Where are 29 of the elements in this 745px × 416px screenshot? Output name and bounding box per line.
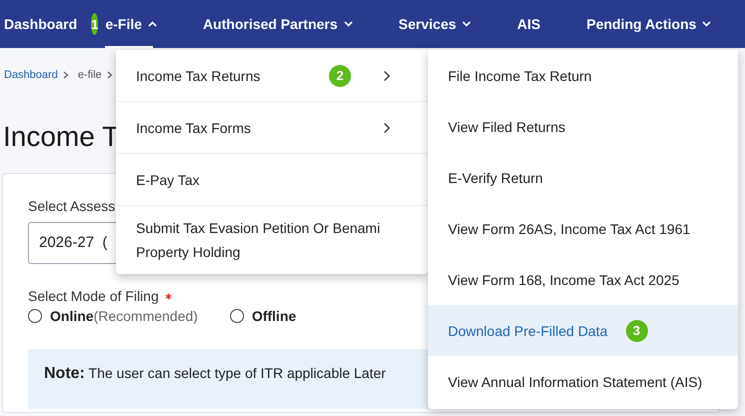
radio-label: Online(Recommended) [50, 308, 198, 324]
field-label: Select Mode of Filing [28, 288, 159, 304]
submenu-item[interactable]: E-Verify Return [428, 152, 738, 203]
chevron-icon [106, 71, 113, 79]
submenu-item[interactable]: View Form 168, Income Tax Act 2025 [428, 254, 738, 305]
submenu-item[interactable]: View Annual Information Statement (AIS) [428, 356, 738, 407]
menu-item[interactable]: Submit Tax Evasion Petition Or Benami Property Holding [116, 206, 428, 274]
breadcrumb-item: e-file [78, 69, 102, 81]
nav-menu-item[interactable]: Authorised Partners [202, 0, 353, 48]
nav-menu-item[interactable]: Dashboard [4, 0, 78, 48]
step-badge: 3 [626, 320, 648, 342]
submenu-item[interactable]: View Filed Returns [428, 101, 738, 152]
nav-menu-item[interactable]: AIS [517, 0, 540, 48]
submenu-item[interactable]: File Income Tax Return [428, 50, 738, 101]
menu-item[interactable]: Income Tax Returns 2 [116, 50, 428, 102]
note-text: Note: The user can select type of ITR applicable Later [44, 365, 386, 381]
submenu-item[interactable]: View Form 26AS, Income Tax Act 1961 [428, 203, 738, 254]
nav-menu-item[interactable]: e-File [105, 0, 157, 48]
field-label: Select Assess [28, 198, 116, 214]
submenu-item[interactable]: Download Pre-Filled Data 3 [428, 305, 738, 356]
radio-label: Offline [252, 308, 296, 324]
nav-menu-item[interactable]: Services [398, 0, 472, 48]
radio-button[interactable] [28, 309, 42, 323]
radio-button[interactable] [230, 309, 244, 323]
step-badge: 1 [91, 13, 98, 35]
nav-menu-item[interactable]: Pending Actions [586, 0, 712, 48]
step-badge: 2 [329, 64, 351, 86]
breadcrumb-link[interactable]: Dashboard [4, 69, 58, 81]
chevron-icon [62, 71, 69, 79]
